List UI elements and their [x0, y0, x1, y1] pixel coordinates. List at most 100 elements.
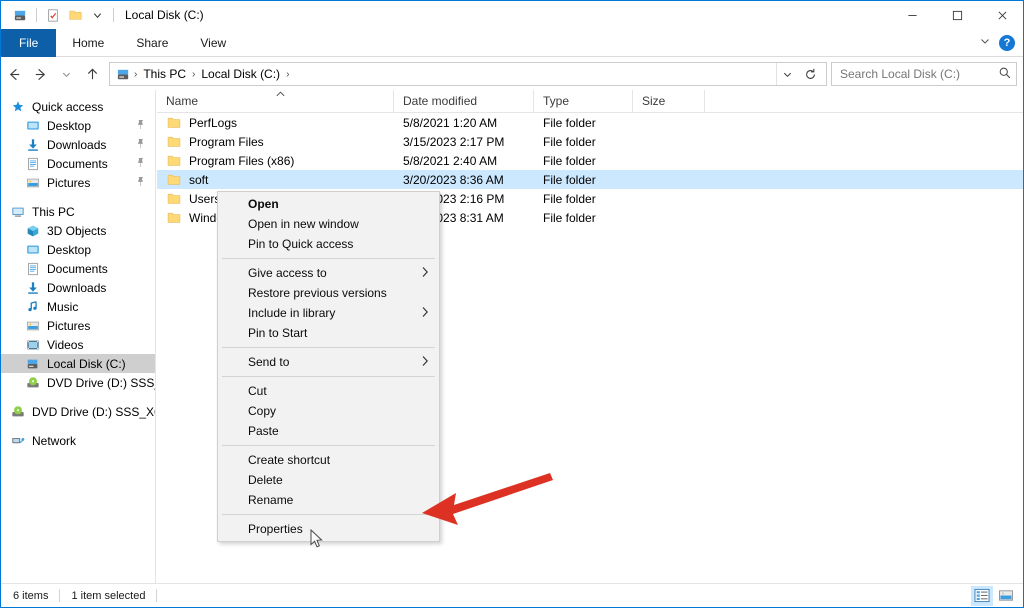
- breadcrumb-dropdown-icon[interactable]: [776, 63, 798, 85]
- menu-item-create-shortcut[interactable]: Create shortcut: [218, 450, 439, 470]
- minimize-button[interactable]: [890, 1, 935, 29]
- breadcrumb-separator-0[interactable]: ›: [132, 69, 139, 80]
- back-button[interactable]: [1, 61, 27, 87]
- large-icons-view-button[interactable]: [995, 586, 1017, 606]
- expand-ribbon-chevron-icon[interactable]: [979, 35, 991, 50]
- sidebar-item-documents[interactable]: Documents: [1, 154, 155, 173]
- sidebar-item-music[interactable]: Music: [1, 297, 155, 316]
- refresh-icon[interactable]: [798, 63, 822, 85]
- column-header-name[interactable]: Name: [157, 90, 394, 112]
- breadcrumb-separator-2[interactable]: ›: [284, 69, 291, 80]
- sidebar-item-pictures[interactable]: Pictures: [1, 173, 155, 192]
- menu-item-copy[interactable]: Copy: [218, 401, 439, 421]
- file-type-cell: File folder: [543, 210, 596, 225]
- context-menu: Open Open in new window Pin to Quick acc…: [217, 191, 440, 542]
- breadcrumb-separator-1[interactable]: ›: [190, 69, 197, 80]
- sidebar-label: 3D Objects: [47, 223, 107, 238]
- breadcrumb-item-local-disk[interactable]: Local Disk (C:): [197, 67, 284, 81]
- breadcrumb-item-this-pc[interactable]: This PC: [139, 67, 190, 81]
- pin-icon[interactable]: [136, 138, 145, 152]
- menu-item-cut[interactable]: Cut: [218, 381, 439, 401]
- tab-view[interactable]: View: [184, 29, 242, 57]
- maximize-button[interactable]: [935, 1, 980, 29]
- drive-icon[interactable]: [9, 5, 31, 25]
- tab-home[interactable]: Home: [56, 29, 120, 57]
- sidebar-item-desktop-pc[interactable]: Desktop: [1, 240, 155, 259]
- table-row[interactable]: Program Files (x86) 5/8/2021 2:40 AM Fil…: [157, 151, 1023, 170]
- sidebar-item-local-disk-c[interactable]: Local Disk (C:): [1, 354, 155, 373]
- breadcrumb[interactable]: › This PC › Local Disk (C:) ›: [109, 62, 827, 86]
- breadcrumb-drive-icon: [114, 67, 132, 82]
- column-headers: Name Date modified Type Size: [157, 90, 1023, 113]
- forward-button[interactable]: [27, 61, 53, 87]
- dvd-drive-icon: [10, 404, 26, 420]
- close-button[interactable]: [980, 1, 1023, 29]
- file-type-cell: File folder: [543, 191, 596, 206]
- tab-share[interactable]: Share: [120, 29, 184, 57]
- sidebar-label: Music: [47, 299, 79, 314]
- sidebar-item-dvd-drive-d[interactable]: DVD Drive (D:) SSS_: [1, 373, 155, 392]
- menu-item-pin-to-start[interactable]: Pin to Start: [218, 323, 439, 343]
- desktop-icon: [25, 118, 41, 134]
- sidebar-item-videos[interactable]: Videos: [1, 335, 155, 354]
- chevron-right-icon: [421, 355, 429, 370]
- music-icon: [25, 299, 41, 315]
- menu-item-restore-previous-versions[interactable]: Restore previous versions: [218, 283, 439, 303]
- table-row-selected[interactable]: soft 3/20/2023 8:36 AM File folder: [157, 170, 1023, 189]
- column-header-date-modified[interactable]: Date modified: [394, 90, 534, 112]
- sidebar-item-documents-pc[interactable]: Documents: [1, 259, 155, 278]
- column-header-label: Size: [642, 94, 666, 108]
- menu-item-pin-to-quick-access[interactable]: Pin to Quick access: [218, 234, 439, 254]
- file-type-cell: File folder: [543, 153, 596, 168]
- sidebar-item-3d-objects[interactable]: 3D Objects: [1, 221, 155, 240]
- column-header-type[interactable]: Type: [534, 90, 633, 112]
- menu-item-rename[interactable]: Rename: [218, 490, 439, 510]
- details-view-button[interactable]: [971, 585, 993, 606]
- sidebar-item-network[interactable]: Network: [1, 431, 155, 450]
- menu-item-include-in-library[interactable]: Include in library: [218, 303, 439, 323]
- column-header-size[interactable]: Size: [633, 90, 705, 112]
- new-folder-icon[interactable]: [64, 5, 86, 25]
- sidebar-item-downloads-pc[interactable]: Downloads: [1, 278, 155, 297]
- sidebar-item-quick-access[interactable]: Quick access: [1, 97, 155, 116]
- title-bar: Local Disk (C:): [1, 1, 1023, 29]
- sidebar-item-pictures-pc[interactable]: Pictures: [1, 316, 155, 335]
- menu-separator: [222, 514, 435, 515]
- pin-icon[interactable]: [136, 157, 145, 171]
- sidebar-label: Quick access: [32, 99, 104, 114]
- folder-icon: [166, 115, 182, 131]
- pin-icon[interactable]: [136, 176, 145, 190]
- sidebar-label: Videos: [47, 337, 84, 352]
- menu-item-delete[interactable]: Delete: [218, 470, 439, 490]
- menu-item-properties[interactable]: Properties: [218, 519, 439, 539]
- sidebar-item-dvd-drive-d-root[interactable]: DVD Drive (D:) SSS_X6: [1, 402, 155, 421]
- up-button[interactable]: [79, 61, 105, 87]
- menu-item-open[interactable]: Open: [218, 194, 439, 214]
- table-row[interactable]: Program Files 3/15/2023 2:17 PM File fol…: [157, 132, 1023, 151]
- menu-item-give-access-to[interactable]: Give access to: [218, 263, 439, 283]
- table-row[interactable]: PerfLogs 5/8/2021 1:20 AM File folder: [157, 113, 1023, 132]
- search-icon[interactable]: [998, 66, 1012, 83]
- column-header-label: Name: [166, 94, 199, 108]
- file-name-cell: Program Files: [157, 134, 394, 150]
- sidebar-item-this-pc[interactable]: This PC: [1, 202, 155, 221]
- sidebar-item-downloads[interactable]: Downloads: [1, 135, 155, 154]
- help-icon[interactable]: ?: [999, 34, 1015, 51]
- tab-file[interactable]: File: [1, 29, 57, 57]
- navigation-pane[interactable]: Quick access Desktop Downloads Documents: [1, 90, 156, 584]
- sort-ascending-caret-icon: [275, 90, 286, 100]
- menu-item-paste[interactable]: Paste: [218, 421, 439, 441]
- menu-item-open-in-new-window[interactable]: Open in new window: [218, 214, 439, 234]
- search-input[interactable]: Search Local Disk (C:): [831, 62, 1017, 86]
- sidebar-item-desktop[interactable]: Desktop: [1, 116, 155, 135]
- document-icon: [25, 156, 41, 172]
- menu-item-send-to[interactable]: Send to: [218, 352, 439, 372]
- 3d-objects-icon: [25, 223, 41, 239]
- sidebar-label: Pictures: [47, 175, 91, 190]
- properties-icon[interactable]: [42, 5, 64, 25]
- file-date-cell: 3/15/2023 2:17 PM: [403, 134, 505, 149]
- pin-icon[interactable]: [136, 119, 145, 133]
- customize-chevron-icon[interactable]: [86, 5, 108, 25]
- recent-locations-button[interactable]: [53, 61, 79, 87]
- sidebar-label: DVD Drive (D:) SSS_: [47, 375, 155, 390]
